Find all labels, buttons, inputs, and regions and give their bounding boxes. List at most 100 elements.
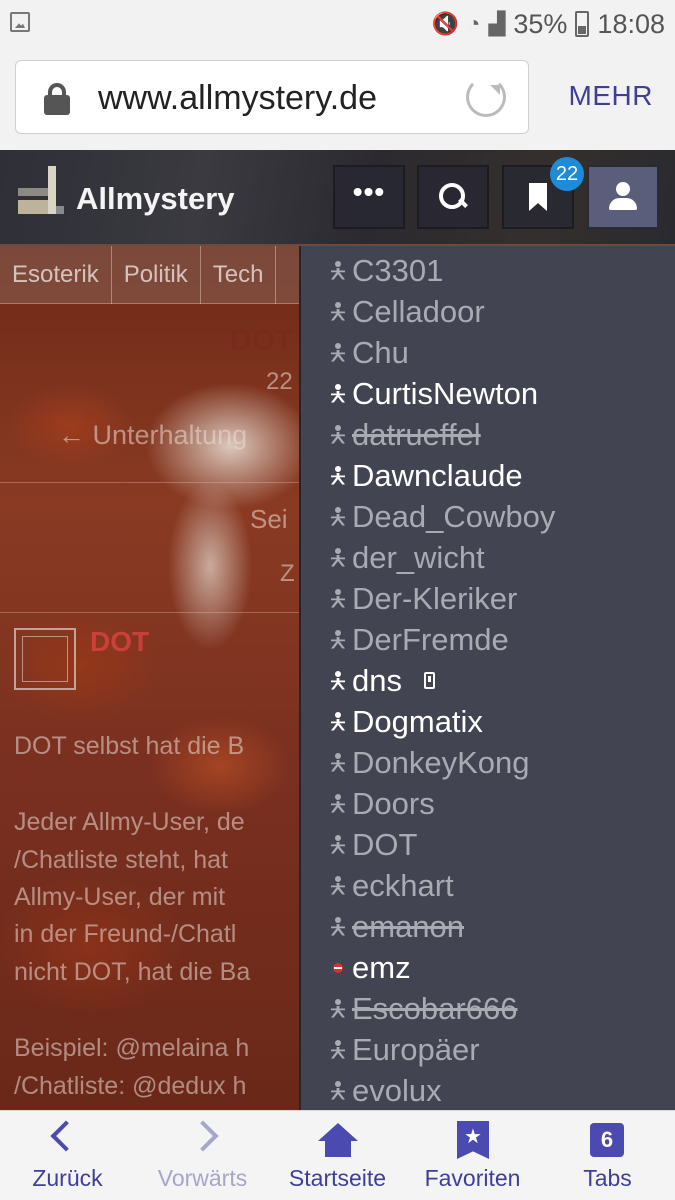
wifi-icon: ◔ [467, 11, 481, 36]
pagination[interactable]: Sei [250, 504, 288, 535]
list-item[interactable]: Der-Kleriker [331, 578, 517, 619]
post-line: /Chatliste steht, hat [14, 846, 229, 874]
user-status-icon [331, 424, 345, 445]
home-button[interactable]: Startseite [270, 1111, 405, 1200]
thread-date: 22 [266, 368, 293, 395]
user-status-icon [331, 916, 345, 937]
page-info: Z [280, 560, 295, 587]
site-name[interactable]: Allmystery [76, 181, 235, 217]
post-line: Beispiel: @melaina h [14, 1034, 250, 1062]
list-item[interactable]: emz [331, 947, 411, 988]
gallery-notification-icon [10, 12, 30, 32]
user-status-icon [331, 834, 345, 855]
user-status-icon [331, 260, 345, 281]
notification-badge: 22 [550, 157, 584, 191]
user-status-icon [331, 1039, 345, 1060]
user-icon [608, 182, 638, 212]
mobile-icon [423, 672, 435, 689]
list-item[interactable]: Doors [331, 783, 435, 824]
post-line: nicht DOT, hat die Ba [14, 958, 251, 986]
bookmark-icon [529, 183, 547, 211]
bookmarks-button[interactable]: 22 [502, 157, 584, 229]
list-item[interactable]: Dawnclaude [331, 455, 523, 496]
subforum-link[interactable]: ← Unterhaltung [58, 420, 247, 451]
busy-status-icon [331, 958, 345, 978]
list-item[interactable]: emanon [331, 906, 464, 947]
user-status-icon [331, 1080, 345, 1101]
chevron-left-icon [50, 1120, 82, 1152]
user-status-icon [331, 383, 345, 404]
user-status-icon [331, 711, 345, 732]
post-line: Jeder Allmy-User, de [14, 808, 245, 836]
browser-bottom-nav: Zurück Vorwärts Startseite ★ Favoriten 6… [0, 1110, 675, 1200]
chevron-right-icon [187, 1120, 219, 1152]
user-status-icon [331, 793, 345, 814]
list-item[interactable]: der_wicht [331, 537, 485, 578]
browser-toolbar: www.allmystery.de MEHR [0, 48, 675, 150]
tabs-icon: 6 [590, 1117, 636, 1157]
battery-percent: 35% [513, 8, 568, 39]
user-status-icon [331, 301, 345, 322]
list-item[interactable]: Europäer [331, 1029, 480, 1070]
list-item[interactable]: datrueffel [331, 414, 481, 455]
user-status-icon [331, 547, 345, 568]
page-content: Esoterik Politik Tech DOT 22 ← Unterhalt… [0, 246, 300, 1110]
tabs-button[interactable]: 6 Tabs [540, 1111, 675, 1200]
list-item[interactable]: DerFremde [331, 619, 509, 660]
post-author[interactable]: DOT [90, 626, 149, 658]
user-status-icon [331, 670, 345, 691]
post-line: Allmy-User, der mit [14, 883, 226, 911]
back-button[interactable]: Zurück [0, 1111, 135, 1200]
category-bar: Esoterik Politik Tech [0, 246, 300, 304]
user-status-icon [331, 342, 345, 363]
list-item[interactable]: eckhart [331, 865, 454, 906]
list-item[interactable]: Escobar666 [331, 988, 517, 1029]
site-header: Allmystery ••• 22 [0, 150, 675, 246]
post-line: /Chatliste: @dedux h [14, 1072, 247, 1100]
allmystery-logo-icon[interactable] [18, 166, 64, 218]
favorites-button[interactable]: ★ Favoriten [405, 1111, 540, 1200]
user-menu-button[interactable] [587, 165, 659, 229]
user-status-icon [331, 465, 345, 486]
battery-icon [575, 11, 590, 37]
more-menu-button[interactable]: MEHR [569, 80, 653, 112]
home-icon [318, 1123, 358, 1157]
clock: 18:08 [597, 8, 665, 39]
post-line: DOT selbst hat die B [14, 732, 245, 760]
list-item[interactable]: evolux [331, 1070, 442, 1110]
avatar[interactable] [14, 628, 76, 690]
user-status-icon [331, 588, 345, 609]
signal-icon: ▟ [488, 11, 506, 36]
status-bar: 🔇 ◔ ▟ 35% 18:08 [0, 0, 675, 48]
mute-icon: 🔇 [431, 11, 460, 36]
category-tab[interactable]: Esoterik [0, 246, 112, 304]
more-button[interactable]: ••• [333, 165, 405, 229]
ellipsis-icon: ••• [352, 176, 386, 207]
list-item[interactable]: Dead_Cowboy [331, 496, 555, 537]
user-status-icon [331, 629, 345, 650]
user-status-icon [331, 752, 345, 773]
search-button[interactable] [417, 165, 489, 229]
list-item[interactable]: dns [331, 660, 435, 701]
list-item[interactable]: Chu [331, 332, 409, 373]
url-text[interactable]: www.allmystery.de [98, 79, 377, 118]
list-item[interactable]: Dogmatix [331, 701, 483, 742]
star-bookmark-icon: ★ [457, 1121, 489, 1159]
address-bar[interactable]: www.allmystery.de [15, 60, 529, 134]
search-icon [439, 183, 467, 211]
list-item[interactable]: DonkeyKong [331, 742, 530, 783]
list-item[interactable]: DOT [331, 824, 417, 865]
category-tab[interactable]: Politik [112, 246, 201, 304]
list-item[interactable]: CurtisNewton [331, 373, 538, 414]
list-item[interactable]: C3301 [331, 250, 443, 291]
list-item[interactable]: Celladoor [331, 291, 485, 332]
category-tab[interactable]: Tech [201, 246, 277, 304]
post-line: in der Freund-/Chatl [14, 920, 237, 948]
forward-button[interactable]: Vorwärts [135, 1111, 270, 1200]
lock-icon [42, 83, 72, 115]
friends-online-list[interactable]: C3301 Celladoor Chu CurtisNewton datruef… [299, 246, 675, 1110]
reload-icon[interactable] [466, 77, 506, 117]
user-status-icon [331, 998, 345, 1019]
user-status-icon [331, 506, 345, 527]
status-icons: 🔇 ◔ ▟ 35% 18:08 [432, 8, 665, 40]
